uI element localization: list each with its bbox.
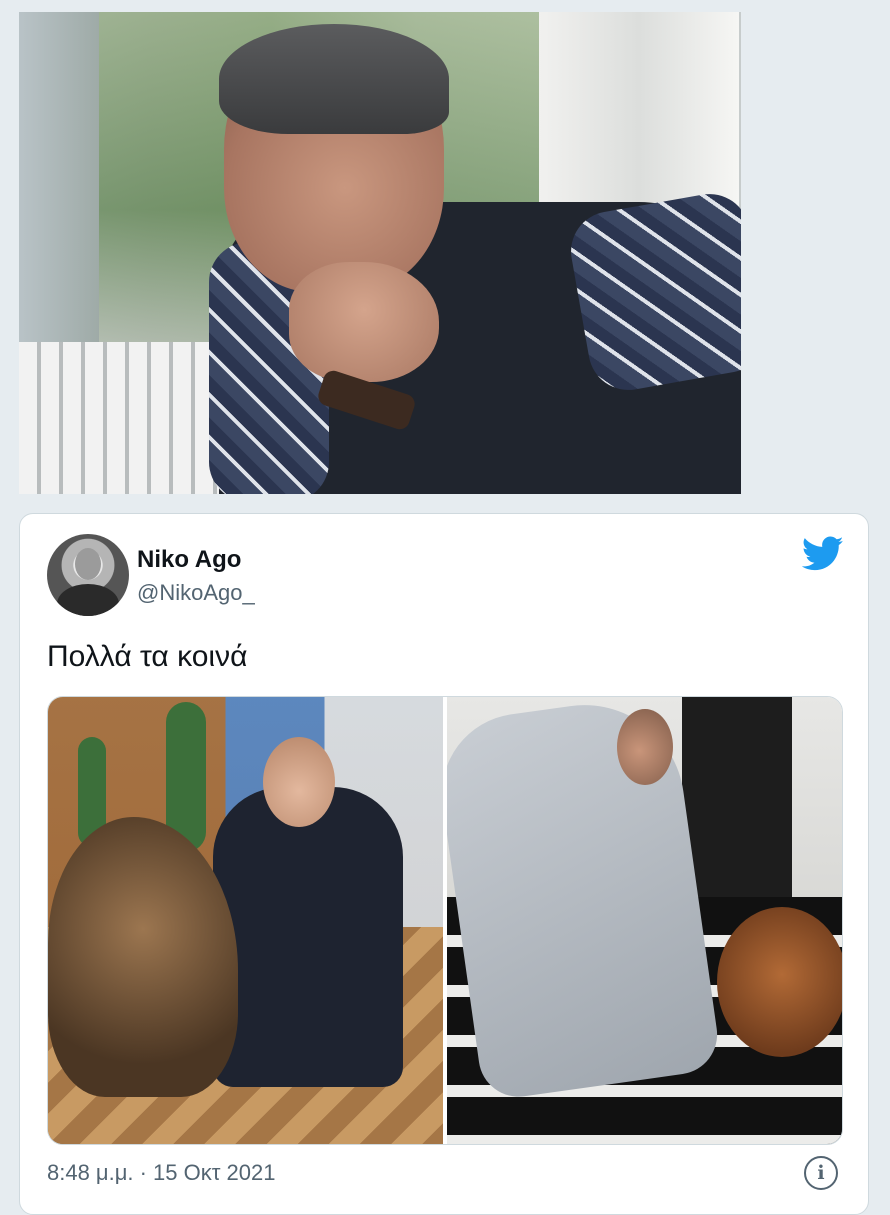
photo-person-hand (289, 262, 439, 382)
photo-person-suit (213, 787, 403, 1087)
tweet-timestamp[interactable]: 8:48 μ.μ. · 15 Οκτ 2021 (47, 1160, 276, 1186)
author-handle[interactable]: @NikoAgo_ (137, 580, 255, 606)
photo-person-sleeve-right (564, 187, 741, 397)
avatar-face (75, 548, 101, 580)
top-photo[interactable] (19, 12, 741, 494)
photo-person-hair (219, 24, 449, 134)
tweet-text: Πολλά τα κοινά (47, 640, 248, 673)
photo-person-grey-suit (447, 697, 723, 1102)
tweet-photo-right[interactable] (447, 697, 842, 1144)
photo-doorway (682, 697, 792, 897)
avatar[interactable] (47, 534, 129, 616)
info-icon[interactable]: i (804, 1156, 838, 1190)
twitter-bird-icon[interactable] (802, 536, 844, 572)
photo-person-head (263, 737, 335, 827)
author-name[interactable]: Niko Ago (137, 546, 241, 574)
photo-person-head (617, 709, 673, 785)
tweet-photo-left[interactable] (48, 697, 443, 1144)
photo-dog (717, 907, 842, 1057)
tweet-media-grid (47, 696, 843, 1145)
avatar-shoulders (57, 584, 119, 616)
embedded-tweet-card[interactable]: Niko Ago @NikoAgo_ Πολλά τα κοινά 8:48 μ… (19, 513, 869, 1215)
